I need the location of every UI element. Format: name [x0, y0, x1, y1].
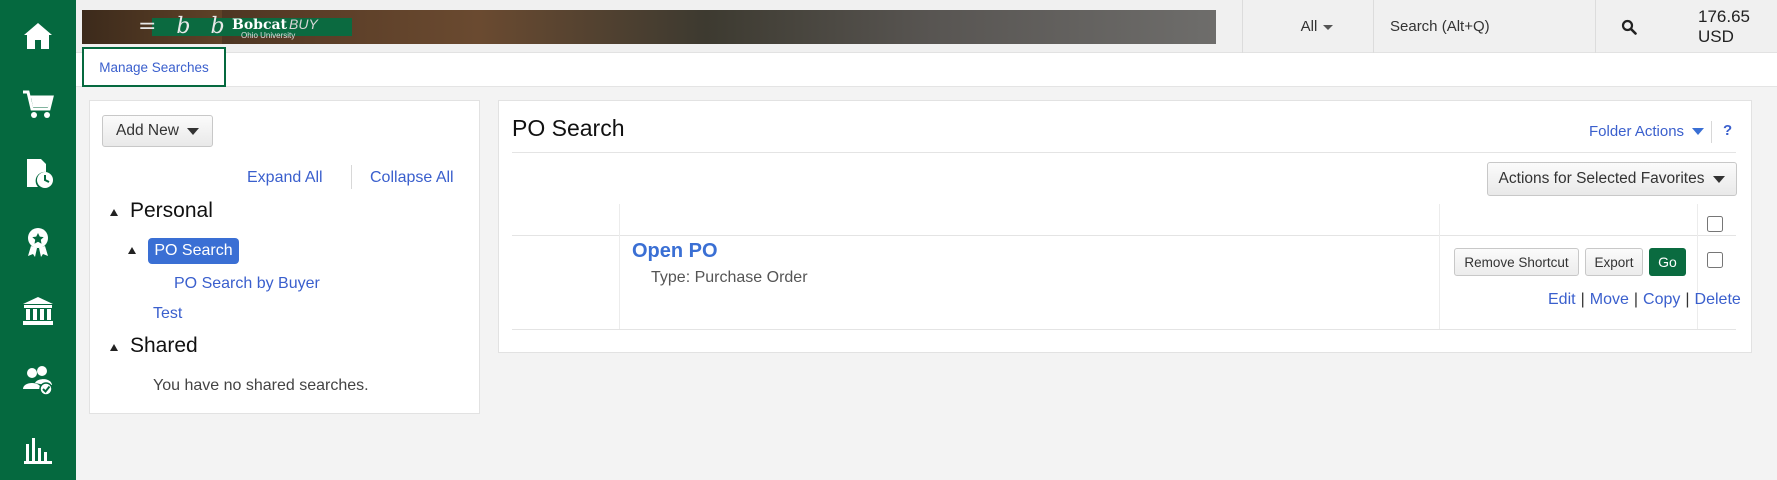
nav-accounts-button[interactable]: [0, 283, 76, 339]
search-button[interactable]: [1616, 14, 1642, 40]
page-title: PO Search: [512, 115, 625, 141]
table-column-divider: [619, 204, 620, 329]
brand-logo-subtitle: Ohio University: [241, 31, 296, 40]
row-action-links: Edit | Move | Copy | Delete: [1548, 291, 1741, 308]
add-new-button[interactable]: Add New: [102, 115, 213, 147]
chevron-down-icon: [1692, 128, 1705, 135]
shopping-cart-icon: [23, 90, 54, 118]
nav-shop-button[interactable]: [0, 76, 76, 132]
row-select-checkbox[interactable]: [1707, 252, 1723, 268]
table-column-divider: [1439, 204, 1440, 329]
title-divider: [512, 152, 1736, 153]
delete-link[interactable]: Delete: [1695, 291, 1741, 308]
expand-all-link[interactable]: Expand All: [247, 169, 323, 187]
cart-total[interactable]: 176.65 USD: [1698, 0, 1777, 53]
award-badge-icon: [28, 228, 48, 257]
folder-heading-personal: Personal: [130, 199, 213, 222]
brand-banner[interactable]: =bb Bobcat BUY Ohio University: [82, 10, 1216, 44]
collapse-shared-triangle-icon[interactable]: [110, 344, 118, 351]
nav-orders-button[interactable]: [0, 145, 76, 201]
chevron-down-icon: [1323, 24, 1334, 30]
header-divider: [1242, 0, 1243, 53]
copy-link[interactable]: Copy: [1643, 291, 1680, 308]
actions-for-selected-label: Actions for Selected Favorites: [1498, 170, 1705, 187]
folder-actions-label: Folder Actions: [1589, 123, 1685, 140]
nav-contracts-button[interactable]: [0, 214, 76, 270]
export-button[interactable]: Export: [1585, 248, 1643, 276]
left-nav-rail: [0, 0, 76, 480]
divider: [351, 165, 352, 189]
actions-for-selected-favorites-button[interactable]: Actions for Selected Favorites: [1487, 162, 1737, 196]
favorite-title-link[interactable]: Open PO: [632, 240, 718, 263]
collapse-personal-triangle-icon[interactable]: [110, 209, 118, 216]
add-new-label: Add New: [116, 122, 179, 139]
table-bottom-divider: [512, 329, 1736, 330]
tab-manage-searches[interactable]: Manage Searches: [82, 47, 226, 87]
home-icon: [24, 23, 52, 49]
table-column-divider: [1697, 204, 1698, 329]
collapse-po-search-triangle-icon[interactable]: [128, 247, 136, 254]
bar-chart-icon: [24, 438, 52, 464]
divider: [1711, 121, 1712, 143]
search-scope-dropdown[interactable]: All: [1262, 0, 1372, 53]
move-link[interactable]: Move: [1590, 291, 1629, 308]
shared-empty-message: You have no shared searches.: [153, 377, 369, 394]
tree-node-test[interactable]: Test: [153, 305, 182, 323]
tab-strip: Manage Searches: [76, 47, 1777, 87]
folder-actions-dropdown[interactable]: Folder Actions: [1589, 123, 1705, 140]
tree-node-po-search[interactable]: PO Search: [148, 238, 239, 264]
chevron-down-icon: [1713, 175, 1726, 183]
search-icon: [1621, 19, 1637, 35]
edit-link[interactable]: Edit: [1548, 291, 1576, 308]
tree-node-po-search-by-buyer[interactable]: PO Search by Buyer: [174, 275, 320, 293]
nav-home-button[interactable]: [0, 8, 76, 64]
quick-search-input[interactable]: [1374, 0, 1566, 53]
go-button[interactable]: Go: [1649, 248, 1686, 276]
favorite-type: Type: Purchase Order: [651, 269, 808, 286]
nav-suppliers-button[interactable]: [0, 352, 76, 408]
select-all-checkbox[interactable]: [1707, 216, 1723, 232]
bank-building-icon: [23, 297, 53, 325]
document-clock-icon: [27, 159, 53, 188]
header-divider: [1595, 0, 1596, 53]
folder-contents-panel: PO Search Folder Actions ? Actions for S…: [498, 100, 1752, 353]
top-header: =bb BobcatBUY Ohio University All 176.65…: [76, 0, 1777, 53]
remove-shortcut-button[interactable]: Remove Shortcut: [1454, 248, 1579, 276]
nav-reports-button[interactable]: [0, 421, 76, 477]
chevron-down-icon: [186, 127, 199, 135]
user-group-check-icon: [23, 366, 53, 396]
help-link[interactable]: ?: [1723, 122, 1732, 139]
search-folders-panel: Add New Expand All Collapse All Personal…: [89, 100, 480, 414]
folder-heading-shared: Shared: [130, 334, 198, 357]
collapse-all-link[interactable]: Collapse All: [370, 169, 454, 187]
search-scope-label: All: [1300, 18, 1318, 35]
brand-logo-mark-icon: =bb: [138, 14, 245, 39]
table-header-divider: [512, 235, 1736, 236]
